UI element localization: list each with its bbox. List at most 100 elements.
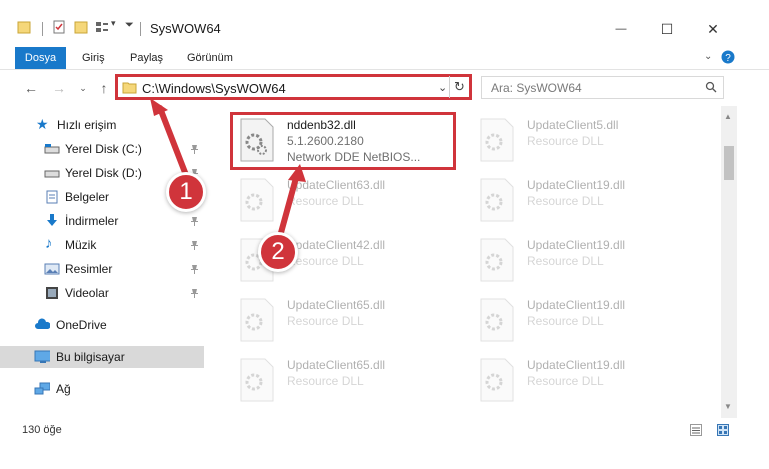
search-icon — [705, 81, 717, 93]
file-description: Resource DLL — [527, 134, 604, 148]
cloud-icon — [35, 318, 50, 329]
file-name: UpdateClient19.dll — [527, 178, 626, 192]
arrow-right-icon: → — [52, 80, 66, 96]
nav-item-videos[interactable]: Videolar — [0, 282, 204, 304]
folder-icon[interactable] — [17, 20, 31, 34]
pin-icon[interactable] — [190, 144, 199, 154]
nav-item-downloads[interactable]: İndirmeler — [0, 210, 204, 232]
file-name: UpdateClient65.dll — [287, 358, 386, 372]
nav-label: Yerel Disk (D:) — [65, 166, 142, 180]
nav-label: Hızlı erişim — [57, 118, 117, 132]
chevron-down-icon[interactable]: ⌄ — [438, 81, 447, 94]
arrow-up-icon: ↑ — [100, 80, 108, 96]
music-icon: ♪ — [45, 235, 53, 252]
nav-label: Resimler — [65, 262, 113, 276]
file-description: Resource DLL — [527, 314, 604, 328]
scroll-down-icon[interactable]: ▼ — [724, 402, 732, 411]
nav-item-pictures[interactable]: Resimler — [0, 258, 204, 280]
file-item[interactable]: UpdateClient5.dll Resource DLL — [471, 112, 711, 166]
file-item[interactable]: UpdateClient19.dll Resource DLL — [471, 172, 711, 226]
close-button[interactable]: ✕ — [690, 16, 736, 42]
nav-item-disk-c[interactable]: Yerel Disk (C:) — [0, 138, 204, 160]
nav-item-this-pc[interactable]: Bu bilgisayar — [0, 346, 204, 368]
window-title: SysWOW64 — [150, 21, 221, 36]
nav-label: OneDrive — [56, 318, 107, 332]
scrollbar-thumb[interactable] — [724, 146, 734, 180]
file-item[interactable]: UpdateClient63.dll Resource DLL — [231, 172, 471, 226]
folder-icon — [122, 82, 137, 94]
nav-label: Ağ — [56, 382, 71, 396]
file-item[interactable]: UpdateClient65.dll Resource DLL — [231, 292, 471, 346]
dll-file-icon — [480, 118, 514, 162]
file-description: Resource DLL — [287, 194, 364, 208]
refresh-icon: ↻ — [454, 79, 465, 94]
help-icon[interactable]: ? — [721, 50, 735, 64]
chevron-down-icon: ⌄ — [79, 82, 87, 93]
nav-item-music[interactable]: ♪ Müzik — [0, 234, 204, 256]
recent-locations-button[interactable]: ⌄ — [74, 79, 92, 97]
separator — [42, 22, 43, 36]
expand-ribbon-icon[interactable]: ⌄ — [704, 51, 712, 62]
dll-file-icon — [240, 358, 274, 402]
dll-file-icon — [480, 358, 514, 402]
file-item[interactable]: UpdateClient19.dll Resource DLL — [471, 232, 711, 286]
vertical-scrollbar[interactable]: ▲ ▼ — [721, 106, 737, 418]
search-input[interactable]: Ara: SysWOW64 — [481, 76, 724, 99]
file-description: Resource DLL — [527, 194, 604, 208]
nav-item-network[interactable]: Ağ — [0, 378, 204, 400]
address-path: C:\Windows\SysWOW64 — [142, 81, 286, 96]
maximize-button[interactable]: ☐ — [644, 16, 690, 42]
arrow-left-icon: ← — [24, 80, 38, 96]
scroll-up-icon[interactable]: ▲ — [724, 112, 732, 121]
forward-button[interactable]: → — [50, 79, 68, 97]
minimize-icon: — — [615, 23, 627, 35]
dll-file-icon — [480, 238, 514, 282]
tab-view[interactable]: Görünüm — [187, 47, 233, 69]
details-view-icon[interactable] — [690, 424, 702, 436]
drive-icon — [44, 144, 60, 154]
dll-file-icon — [240, 298, 274, 342]
tab-file[interactable]: Dosya — [15, 47, 66, 69]
pin-icon[interactable] — [190, 216, 199, 226]
nav-label: Müzik — [65, 238, 97, 252]
documents-icon — [46, 190, 58, 204]
file-item[interactable]: UpdateClient19.dll Resource DLL — [471, 292, 711, 346]
file-name: UpdateClient19.dll — [527, 238, 626, 252]
network-icon — [34, 382, 50, 395]
tab-home[interactable]: Giriş — [82, 47, 105, 69]
download-icon — [47, 214, 57, 226]
file-name: UpdateClient63.dll — [287, 178, 386, 192]
file-item[interactable]: UpdateClient19.dll Resource DLL — [471, 352, 711, 406]
item-count: 130 öğe — [22, 424, 62, 436]
file-item[interactable]: UpdateClient65.dll Resource DLL — [231, 352, 471, 406]
dll-file-icon — [480, 298, 514, 342]
nav-item-quick-access[interactable]: ★ Hızlı erişim — [0, 114, 204, 136]
up-button[interactable]: ↑ — [95, 79, 113, 97]
customize-icon[interactable] — [95, 20, 109, 34]
pin-icon[interactable] — [190, 240, 199, 250]
video-icon — [46, 287, 58, 299]
pin-icon[interactable] — [190, 264, 199, 274]
new-folder-icon[interactable] — [74, 20, 88, 34]
refresh-button[interactable]: ↻ — [449, 76, 469, 98]
nav-label: Yerel Disk (C:) — [65, 142, 142, 156]
tab-share[interactable]: Paylaş — [130, 47, 163, 69]
large-icons-view-icon[interactable] — [717, 424, 729, 436]
pin-icon[interactable] — [190, 288, 199, 298]
address-bar[interactable]: C:\Windows\SysWOW64 ⌄ ↻ — [115, 74, 472, 100]
pictures-icon — [44, 263, 60, 275]
nav-label: Belgeler — [65, 190, 110, 204]
nav-item-onedrive[interactable]: OneDrive — [0, 314, 204, 336]
file-description: Resource DLL — [527, 254, 604, 268]
quick-access-menu-icon[interactable]: ⏷ — [125, 19, 134, 32]
back-button[interactable]: ← — [22, 79, 40, 97]
dropdown-arrow-icon[interactable]: ▾ — [111, 18, 116, 29]
highlight-box — [230, 112, 456, 170]
file-name: UpdateClient42.dll — [287, 238, 386, 252]
callout-2: 2 — [258, 232, 298, 272]
file-description: Resource DLL — [287, 314, 364, 328]
search-placeholder: Ara: SysWOW64 — [491, 81, 582, 95]
properties-icon[interactable] — [52, 20, 66, 34]
svg-text:?: ? — [725, 53, 731, 64]
minimize-button[interactable]: — — [598, 16, 644, 42]
